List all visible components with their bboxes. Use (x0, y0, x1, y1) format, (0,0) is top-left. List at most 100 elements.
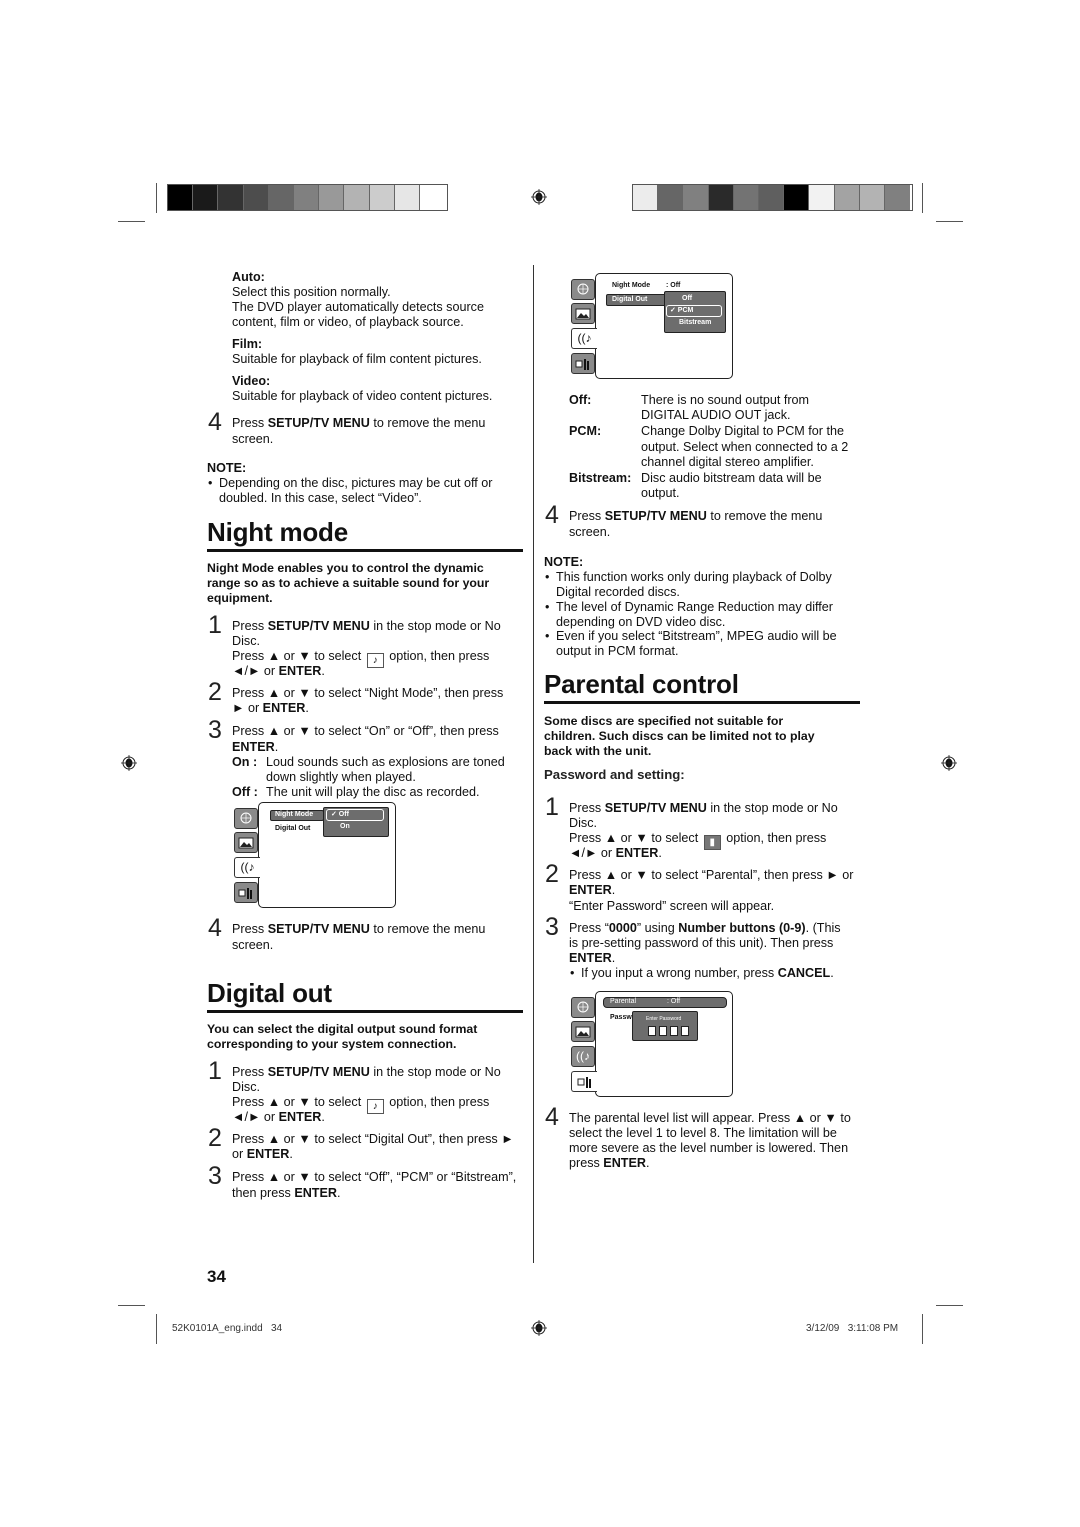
note-title: NOTE: (544, 555, 584, 569)
night-mode-menu-screenshot: ((♪ Night Mode Digital Out ✓ Off On (232, 802, 398, 910)
step-text: ◄/► or ENTER. (232, 1110, 325, 1124)
def-text: Disc audio bitstream data will be (641, 471, 822, 485)
display-tab-icon (571, 1021, 595, 1042)
note-bullet: The level of Dynamic Range Reduction may… (544, 600, 864, 630)
option-text: Select this position normally. (232, 285, 391, 299)
menu-item-night-mode: Night Mode (275, 811, 314, 818)
option-label-auto: Auto: (232, 270, 265, 284)
menu-item-digital-out: Digital Out (275, 825, 311, 832)
title-rule (207, 549, 523, 552)
option-text: The DVD player automatically detects sou… (232, 300, 484, 314)
note-bullet: Even if you select “Bitstream”, MPEG aud… (544, 629, 864, 659)
password-digit-box (659, 1026, 667, 1036)
step-text: Disc. (232, 634, 260, 648)
others-tab-icon (234, 882, 258, 903)
step-text: or ENTER. (232, 1147, 293, 1161)
menu-item-digital-out: Digital Out (612, 296, 648, 303)
step-number: 2 (208, 1124, 222, 1152)
menu-item-value: : Off (666, 282, 681, 289)
language-tab-icon (571, 279, 595, 300)
step-number: 4 (545, 1103, 559, 1131)
step-text: Press ▲ or ▼ to select “On” or “Off”, th… (232, 724, 499, 738)
step-text: is pre-setting password of this unit). T… (569, 936, 834, 950)
menu-item-parental: Parental (610, 998, 637, 1005)
section-intro: Some discs are specified not suitable fo… (544, 714, 815, 758)
step-text: Press ▲ or ▼ to select “Off”, “PCM” or “… (232, 1170, 517, 1184)
step-number: 1 (208, 1057, 222, 1085)
step-text: screen. (232, 432, 274, 446)
option-text: Suitable for playback of video content p… (232, 389, 493, 403)
title-rule (544, 701, 860, 704)
step-text: select the level 1 to level 8. The limit… (569, 1126, 837, 1140)
step-text: ENTER. (569, 883, 616, 897)
menu-item-value: : Off (667, 998, 681, 1005)
step-text: ◄/► or ENTER. (569, 846, 662, 860)
step-text: press ENTER. (569, 1156, 650, 1170)
option-off: Off (682, 295, 693, 302)
option-off: ✓ Off (331, 811, 349, 818)
step-number: 3 (208, 1162, 222, 1190)
def-term-bitstream: Bitstream: (569, 471, 632, 485)
step-text: ENTER. (232, 740, 279, 754)
step-text: Press “0000” using Number buttons (0-9).… (569, 921, 841, 935)
def-text: Loud sounds such as explosions are toned (266, 755, 505, 769)
def-text: The unit will play the disc as recorded. (266, 785, 480, 799)
step-text: Press SETUP/TV MENU in the stop mode or … (569, 801, 838, 815)
page-number: 34 (207, 1267, 226, 1286)
others-tab-icon (571, 1071, 597, 1092)
audio-setup-icon: ♪ (366, 653, 384, 668)
footer-file-name: 52K0101A_eng.indd 34 (172, 1323, 283, 1334)
step-text: Press SETUP/TV MENU to remove the menu (232, 416, 486, 430)
parental-menu-screenshot: ((♪ Parental : Off Passw Enter Password (569, 991, 735, 1099)
popup-title: Enter Password (646, 1016, 682, 1022)
step-text: screen. (232, 938, 274, 952)
step-text: Press SETUP/TV MENU to remove the menu (569, 509, 823, 523)
menu-item-password: Passw (610, 1014, 632, 1021)
step-text: Press SETUP/TV MENU in the stop mode or … (232, 619, 501, 633)
step-text: ENTER. (569, 951, 616, 965)
step-text: ► or ENTER. (232, 701, 309, 715)
audio-tab-icon: ((♪ (571, 1046, 595, 1067)
audio-setup-icon: ♪ (366, 1099, 384, 1114)
audio-tab-icon: ((♪ (571, 328, 597, 349)
step-number: 3 (545, 913, 559, 941)
def-term-on: On : (232, 755, 258, 769)
step-number: 4 (545, 501, 559, 529)
step-text: Press ▲ or ▼ to select “Night Mode”, the… (232, 686, 504, 700)
step-text: “Enter Password” screen will appear. (569, 899, 775, 913)
def-text: DIGITAL AUDIO OUT jack. (641, 408, 791, 422)
step-number: 2 (545, 860, 559, 888)
def-term-off: Off : (232, 785, 258, 799)
def-text: There is no sound output from (641, 393, 810, 407)
option-text: content, film or video, of playback sour… (232, 315, 464, 329)
step-text: screen. (569, 525, 611, 539)
note-bullet: Depending on the disc, pictures may be c… (207, 476, 527, 506)
section-title-parental-control: Parental control (544, 669, 739, 699)
audio-tab-icon: ((♪ (234, 857, 260, 878)
step-number: 4 (208, 914, 222, 942)
def-term-pcm: PCM: (569, 424, 602, 438)
step-number: 4 (208, 408, 222, 436)
note-title: NOTE: (207, 461, 247, 475)
section-intro: You can select the digital output sound … (207, 1022, 478, 1051)
step-text: Press ▲ or ▼ to select “Parental”, then … (569, 868, 854, 882)
def-text: output. Select when connected to a 2 (641, 440, 849, 454)
section-title-night-mode: Night mode (207, 517, 348, 547)
menu-item-night-mode: Night Mode (612, 282, 651, 289)
step-number: 1 (208, 611, 222, 639)
others-setup-icon: ▮ (703, 835, 721, 850)
section-title-digital-out: Digital out (207, 978, 332, 1008)
option-label-video: Video: (232, 374, 271, 388)
language-tab-icon (234, 808, 258, 829)
step-number: 2 (208, 678, 222, 706)
option-on: On (340, 823, 350, 830)
def-term-off: Off: (569, 393, 592, 407)
step-text: Press SETUP/TV MENU in the stop mode or … (232, 1065, 501, 1079)
def-text: Change Dolby Digital to PCM for the (641, 424, 844, 438)
step-number: 3 (208, 716, 222, 744)
option-label-film: Film: (232, 337, 263, 351)
step-text: then press ENTER. (232, 1186, 341, 1200)
step-text: Press SETUP/TV MENU to remove the menu (232, 922, 486, 936)
option-bitstream: Bitstream (679, 319, 712, 326)
step-text: ◄/► or ENTER. (232, 664, 325, 678)
